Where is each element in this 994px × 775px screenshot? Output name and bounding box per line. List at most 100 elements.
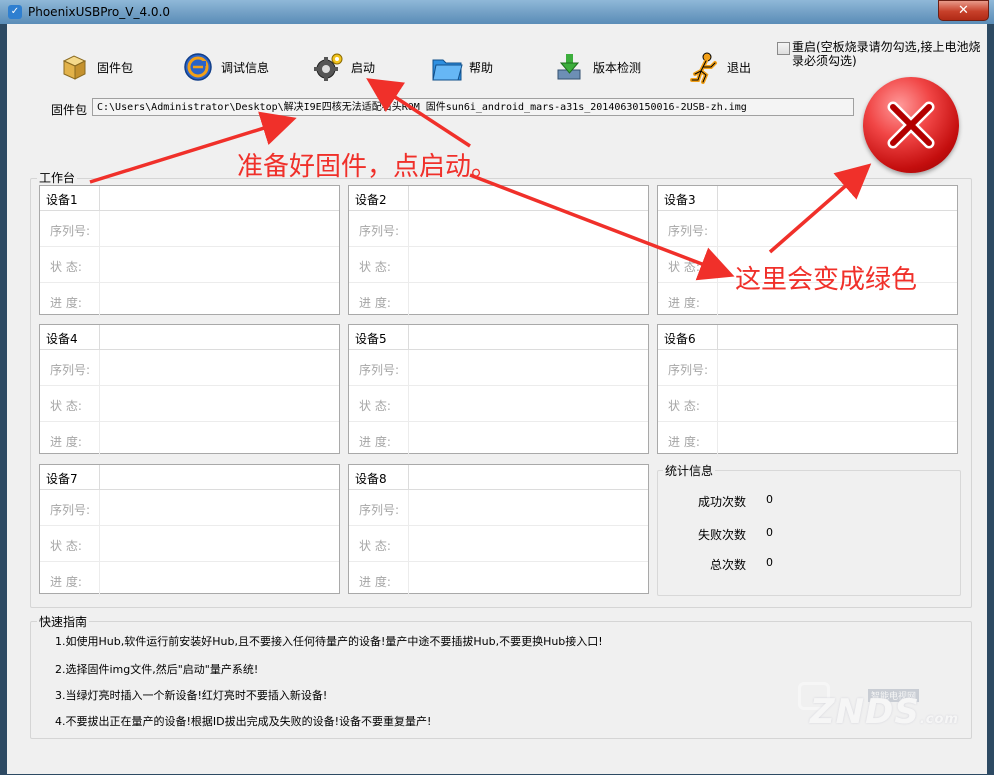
row-divider bbox=[408, 490, 409, 525]
header-divider bbox=[99, 186, 100, 210]
restart-label: 重启(空板烧录请勿勾选,接上电池烧录必须勾选) bbox=[792, 40, 981, 68]
serial-label: 序列号: bbox=[50, 224, 91, 238]
version-check-button[interactable]: 版本检测 bbox=[555, 50, 641, 84]
device-name: 设备1 bbox=[46, 193, 78, 207]
device-row-serial: 序列号: bbox=[40, 211, 339, 247]
watermark-logo: ZNDS.com bbox=[810, 692, 959, 732]
row-divider bbox=[717, 283, 718, 318]
guide-item-3: 3.当绿灯亮时插入一个新设备!红灯亮时不要插入新设备! bbox=[55, 689, 328, 702]
row-divider bbox=[99, 247, 100, 282]
header-divider bbox=[99, 465, 100, 489]
progress-label: 进 度: bbox=[50, 575, 82, 589]
progress-label: 进 度: bbox=[50, 435, 82, 449]
serial-label: 序列号: bbox=[50, 363, 91, 377]
status-label: 状 态: bbox=[359, 260, 391, 274]
row-divider bbox=[408, 350, 409, 385]
device-name: 设备6 bbox=[664, 332, 696, 346]
row-divider bbox=[99, 211, 100, 246]
device-row-status: 状 态: bbox=[349, 526, 648, 562]
window-title: PhoenixUSBPro_V_4.0.0 bbox=[28, 5, 171, 19]
device-row-serial: 序列号: bbox=[658, 211, 957, 247]
row-divider bbox=[717, 422, 718, 457]
device-panel-6: 设备6 序列号: 状 态: 进 度: bbox=[657, 324, 958, 457]
device-panel-7: 设备7 序列号: 状 态: 进 度: bbox=[39, 464, 340, 597]
device-panel-4: 设备4 序列号: 状 态: 进 度: bbox=[39, 324, 340, 457]
device-panel-2: 设备2 序列号: 状 态: 进 度: bbox=[348, 185, 649, 318]
row-divider bbox=[717, 386, 718, 421]
row-divider bbox=[717, 211, 718, 246]
serial-label: 序列号: bbox=[668, 224, 709, 238]
progress-label: 进 度: bbox=[668, 435, 700, 449]
row-divider bbox=[408, 386, 409, 421]
row-divider bbox=[408, 211, 409, 246]
debug-info-label: 调试信息 bbox=[221, 60, 270, 75]
row-divider bbox=[99, 562, 100, 597]
exit-button[interactable]: 退出 bbox=[689, 50, 751, 84]
total-count-label: 总次数 bbox=[709, 558, 746, 572]
device-row-status: 状 态: bbox=[658, 386, 957, 422]
phoenix-usb-icon: ✓ bbox=[8, 5, 22, 19]
firmware-path-label: 固件包 bbox=[51, 103, 88, 117]
status-label: 状 态: bbox=[668, 260, 700, 274]
device-row-status: 状 态: bbox=[40, 526, 339, 562]
serial-label: 序列号: bbox=[668, 363, 709, 377]
device-row-serial: 序列号: bbox=[658, 350, 957, 386]
header-divider bbox=[408, 186, 409, 210]
progress-label: 进 度: bbox=[359, 575, 391, 589]
firmware-button-label: 固件包 bbox=[97, 60, 134, 75]
success-count-label: 成功次数 bbox=[697, 495, 746, 509]
quick-guide-title: 快速指南 bbox=[37, 613, 90, 630]
exit-button-label: 退出 bbox=[727, 60, 752, 75]
statistics-panel: 成功次数 0 失败次数 0 总次数 0 bbox=[657, 470, 961, 596]
gear-icon bbox=[313, 52, 343, 82]
window-close-button[interactable]: ✕ bbox=[938, 0, 989, 21]
serial-label: 序列号: bbox=[50, 503, 91, 517]
annotation-ready-text: 准备好固件，点启动。 bbox=[237, 152, 498, 182]
device-row-progress: 进 度: bbox=[349, 283, 648, 318]
row-divider bbox=[408, 526, 409, 561]
guide-item-4: 4.不要拔出正在量产的设备!根据ID拔出完成及失败的设备!设备不要重复量产! bbox=[55, 715, 432, 728]
device-row-status: 状 态: bbox=[40, 247, 339, 283]
firmware-button[interactable]: 固件包 bbox=[59, 50, 133, 84]
package-box-icon bbox=[59, 52, 89, 82]
workbench-title: 工作台 bbox=[37, 169, 78, 186]
header-divider bbox=[717, 186, 718, 210]
debug-info-button[interactable]: 调试信息 bbox=[183, 50, 269, 84]
progress-label: 进 度: bbox=[668, 296, 700, 310]
row-divider bbox=[99, 422, 100, 457]
device-row-progress: 进 度: bbox=[658, 422, 957, 457]
restart-option[interactable]: 重启(空板烧录请勿勾选,接上电池烧录必须勾选) bbox=[777, 40, 987, 68]
device-header: 设备5 bbox=[349, 325, 648, 350]
device-row-progress: 进 度: bbox=[349, 422, 648, 457]
watermark-suffix: .com bbox=[919, 712, 959, 727]
device-row-serial: 序列号: bbox=[349, 490, 648, 526]
guide-item-1: 1.如使用Hub,软件运行前安装好Hub,且不要接入任何待量产的设备!量产中途不… bbox=[55, 635, 603, 648]
fail-count-value: 0 bbox=[766, 526, 773, 539]
row-divider bbox=[99, 526, 100, 561]
device-name: 设备5 bbox=[355, 332, 387, 346]
device-name: 设备4 bbox=[46, 332, 78, 346]
device-row-progress: 进 度: bbox=[40, 422, 339, 457]
folder-help-icon bbox=[431, 52, 463, 82]
row-divider bbox=[99, 350, 100, 385]
row-divider bbox=[408, 422, 409, 457]
progress-label: 进 度: bbox=[50, 296, 82, 310]
device-header: 设备2 bbox=[349, 186, 648, 211]
device-header: 设备8 bbox=[349, 465, 648, 490]
progress-label: 进 度: bbox=[359, 296, 391, 310]
restart-checkbox[interactable] bbox=[777, 42, 790, 55]
start-button[interactable]: 启动 bbox=[313, 50, 375, 84]
version-check-label: 版本检测 bbox=[593, 60, 642, 75]
row-divider bbox=[717, 247, 718, 282]
status-label: 状 态: bbox=[668, 399, 700, 413]
help-button[interactable]: 帮助 bbox=[431, 50, 493, 84]
status-indicator-light bbox=[863, 77, 959, 173]
row-divider bbox=[408, 283, 409, 318]
device-row-status: 状 态: bbox=[349, 247, 648, 283]
progress-label: 进 度: bbox=[359, 435, 391, 449]
help-button-label: 帮助 bbox=[469, 60, 494, 75]
serial-label: 序列号: bbox=[359, 503, 400, 517]
znds-watermark: 智能电视网 ZNDS.com bbox=[790, 672, 960, 742]
firmware-path-field[interactable]: C:\Users\Administrator\Desktop\解决I9E四核无法… bbox=[92, 98, 854, 116]
header-divider bbox=[717, 325, 718, 349]
